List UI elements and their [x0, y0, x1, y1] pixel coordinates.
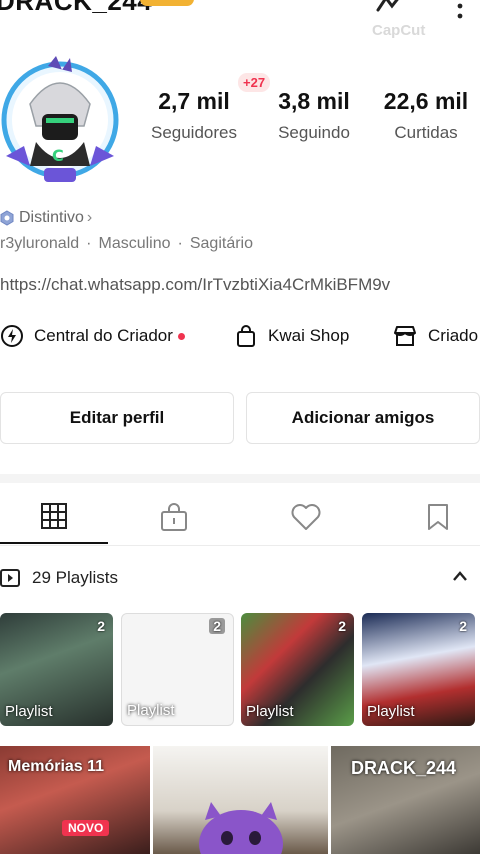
add-friends-button[interactable]: Adicionar amigos: [246, 392, 480, 444]
shortcut-row: Central do Criador Kwai Shop Criado: [0, 320, 480, 352]
memories-title: Memórias 11: [8, 758, 105, 775]
tab-saved[interactable]: [384, 490, 480, 544]
heart-icon: [291, 504, 321, 530]
playlist-icon: [0, 569, 20, 587]
following-count: 3,8 mil: [278, 88, 350, 114]
collapse-caret-icon[interactable]: [452, 570, 468, 582]
shopping-bag-icon: [237, 325, 255, 347]
playlist-label: Playlist: [127, 702, 175, 719]
playlist-card[interactable]: 2 Playlist: [241, 613, 354, 726]
level-badge: [140, 0, 194, 6]
lock-icon: [161, 503, 187, 531]
badge-label: Distintivo: [19, 209, 84, 226]
playlist-count: 2: [97, 618, 105, 634]
playlist-label: Playlist: [5, 703, 53, 720]
video-card[interactable]: [153, 746, 328, 854]
likes-stat[interactable]: 22,6 mil Curtidas: [374, 88, 478, 143]
more-menu-icon[interactable]: [452, 0, 468, 26]
profile-stats: 2,7 mil Seguidores 3,8 mil Seguindo 22,6…: [140, 88, 480, 158]
separator-dot: ·: [86, 235, 92, 252]
playlists-count-label: 29 Playlists: [32, 568, 118, 587]
kwai-shop-shortcut[interactable]: Kwai Shop: [234, 320, 349, 352]
creator-store-label: Criado: [428, 326, 479, 345]
likes-label: Curtidas: [394, 123, 458, 142]
profile-gender: Masculino: [98, 235, 171, 252]
top-bar: DRACK_244 CapCut: [0, 0, 480, 44]
playlist-count: 2: [459, 618, 467, 634]
tab-private[interactable]: [120, 490, 228, 544]
following-stat[interactable]: 3,8 mil Seguindo: [264, 88, 364, 143]
svg-text:C: C: [52, 146, 64, 165]
playlist-label: Playlist: [367, 703, 415, 720]
avatar-image: C: [1, 56, 119, 182]
content-tabs: [0, 490, 480, 546]
share-icon[interactable]: [376, 0, 406, 12]
profile-handle: r3yluronald: [0, 235, 80, 252]
profile-sign: Sagitário: [189, 235, 253, 252]
tab-grid[interactable]: [0, 490, 108, 544]
emoji-sticker-image: [199, 802, 283, 854]
section-divider: [0, 474, 480, 483]
profile-link[interactable]: https://chat.whatsapp.com/IrTvzbtiXia4Cr…: [0, 275, 390, 295]
badge-hexagon-icon: [0, 210, 14, 226]
playlist-count: 2: [209, 618, 225, 634]
creator-center-label: Central do Criador: [34, 326, 173, 345]
edit-profile-button[interactable]: Editar perfil: [0, 392, 234, 444]
creator-center-shortcut[interactable]: Central do Criador: [0, 320, 185, 352]
followers-count: 2,7 mil: [158, 88, 230, 114]
following-label: Seguindo: [278, 123, 350, 142]
separator-dot: ·: [177, 235, 183, 252]
bookmark-icon: [428, 504, 448, 530]
grid-icon: [41, 503, 67, 529]
followers-stat[interactable]: 2,7 mil Seguidores: [146, 88, 242, 143]
store-icon: [394, 326, 416, 346]
badge-link[interactable]: Distintivo ›: [0, 207, 92, 229]
creator-store-shortcut[interactable]: Criado: [392, 320, 478, 352]
playlist-count: 2: [338, 618, 346, 634]
playlist-card[interactable]: 2 Playlist: [121, 613, 234, 726]
playlist-card[interactable]: 2 Playlist: [362, 613, 475, 726]
avatar[interactable]: C: [0, 56, 124, 184]
tab-liked[interactable]: [252, 490, 360, 544]
notification-dot: [177, 332, 185, 340]
playlists-header[interactable]: 29 Playlists: [0, 564, 480, 592]
chevron-right-icon: ›: [86, 209, 93, 226]
playlist-card[interactable]: 2 Playlist: [0, 613, 113, 726]
video-card[interactable]: DRACK_244: [331, 746, 480, 854]
likes-count: 22,6 mil: [383, 88, 469, 114]
new-badge: NOVO: [62, 820, 110, 836]
username-title: DRACK_244: [0, 0, 153, 16]
kwai-shop-label: Kwai Shop: [268, 326, 350, 345]
playlist-label: Playlist: [246, 703, 294, 720]
new-following-badge: +27: [238, 73, 271, 92]
profile-meta: r3yluronald · Masculino · Sagitário: [0, 235, 253, 253]
followers-label: Seguidores: [150, 123, 237, 142]
lightning-icon: [1, 325, 23, 347]
video-overlay-text: DRACK_244: [351, 758, 457, 778]
video-card-memories[interactable]: Memórias 11 NOVO: [0, 746, 150, 854]
capcut-watermark: CapCut: [372, 22, 426, 39]
